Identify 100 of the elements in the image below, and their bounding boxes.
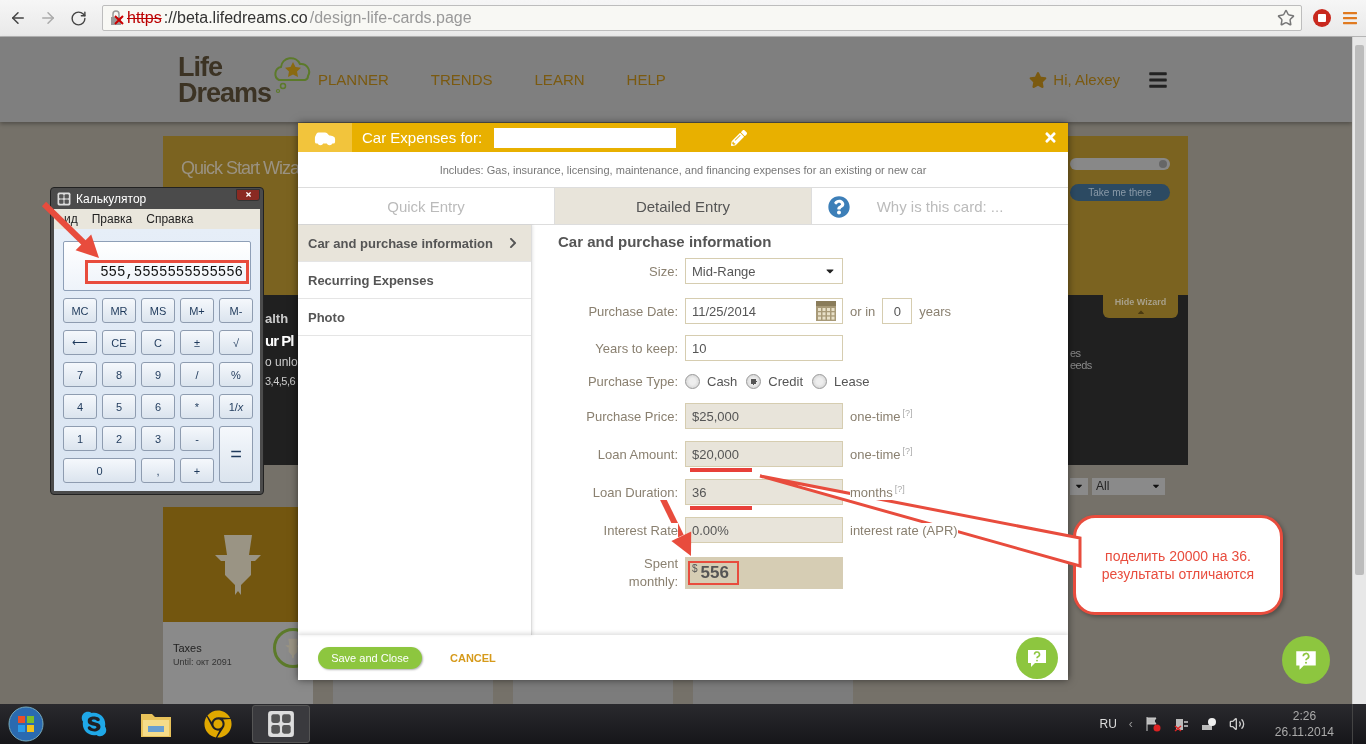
bookmark-star-icon[interactable]: [1277, 9, 1295, 27]
calculator-key[interactable]: CE: [102, 330, 136, 355]
radio-label: Cash: [707, 373, 738, 389]
calculator-key[interactable]: ⟵: [63, 330, 97, 355]
radio-label: Credit: [768, 373, 804, 389]
wizard-title: Quick Start Wiza: [181, 158, 300, 179]
help-button[interactable]: [1282, 636, 1330, 684]
calculator-icon: [57, 191, 71, 206]
dialog-description: Includes: Gas, insurance, licensing, maintenance, and financing expenses for an existing or new car: [438, 162, 928, 178]
volume-icon[interactable]: [1228, 716, 1245, 732]
calculator-key[interactable]: 5: [102, 394, 136, 419]
star-icon: [1029, 70, 1048, 89]
calculator-icon: [267, 710, 295, 738]
scrollbar[interactable]: [1352, 37, 1366, 704]
calculator-key[interactable]: M-: [219, 298, 253, 323]
calculator-key[interactable]: ,: [141, 458, 175, 483]
calculator-key[interactable]: 1/x: [219, 394, 253, 419]
calculator-key[interactable]: /: [180, 362, 214, 387]
section-item[interactable]: Photo: [298, 299, 531, 336]
close-icon: [244, 191, 252, 198]
currency-sign: $: [692, 563, 698, 574]
card-title: Taxes: [173, 642, 203, 654]
monthly-amount: 556: [700, 563, 729, 583]
calculator-key[interactable]: 7: [63, 362, 97, 387]
radio-button[interactable]: [746, 373, 762, 389]
calculator-key[interactable]: MC: [63, 298, 97, 323]
logo-text: Dreams: [178, 79, 272, 106]
clock[interactable]: 2:26 26.11.2014: [1256, 708, 1352, 740]
dialog-title: Car Expenses for:: [362, 129, 483, 146]
callout-text: поделить 20000 на 36.: [1105, 547, 1251, 565]
unit-text: months$^{[?]}$: [850, 483, 905, 501]
chevron-icon: [507, 237, 519, 249]
taskbar-app[interactable]: [252, 705, 310, 743]
menu-icon[interactable]: [1148, 69, 1168, 90]
calculator-key[interactable]: -: [180, 426, 214, 451]
form-title: Car and purchase information: [557, 233, 773, 250]
stop-sign-icon[interactable]: [1312, 8, 1332, 28]
entry-tab[interactable]: Detailed Entry: [554, 188, 811, 224]
life-card[interactable]: Taxes Until: окт 2091: [163, 507, 313, 704]
calculator-key[interactable]: 6: [141, 394, 175, 419]
skype-icon: [80, 710, 108, 738]
field-label: Interest Rate: [603, 522, 678, 538]
size-select[interactable]: Mid-Range: [685, 258, 843, 284]
url-scheme: https: [127, 9, 162, 27]
calculator-key[interactable]: MR: [102, 298, 136, 323]
calculator-key[interactable]: 3: [141, 426, 175, 451]
start-button[interactable]: [8, 706, 44, 742]
calculator-key[interactable]: ±: [180, 330, 214, 355]
filter-select[interactable]: All: [1092, 477, 1165, 495]
reload-button[interactable]: [68, 8, 88, 28]
readonly-field: 0.00%: [685, 517, 843, 543]
calculator-key[interactable]: √: [219, 330, 253, 355]
radio-button[interactable]: [812, 373, 828, 389]
text-field[interactable]: 10: [685, 335, 843, 361]
flag-icon[interactable]: [1144, 716, 1161, 732]
logo-text: Life: [178, 53, 223, 80]
menu-item[interactable]: ид: [64, 212, 78, 226]
calculator-key[interactable]: 1: [63, 426, 97, 451]
dashboard-text: eeds: [1070, 359, 1093, 371]
filter-select[interactable]: [1070, 477, 1088, 495]
section-item[interactable]: Car and purchase information: [298, 225, 531, 262]
broken-lock-icon: [109, 10, 125, 26]
calculator-key[interactable]: C: [141, 330, 175, 355]
unit-text: interest rate (APR): [850, 522, 958, 538]
dashboard-text: es: [1070, 347, 1082, 359]
calendar-icon[interactable]: [816, 301, 836, 321]
calculator-key[interactable]: 2: [102, 426, 136, 451]
url-host: ://beta.lifedreams.co: [163, 9, 308, 27]
radio-label: Lease: [834, 373, 870, 389]
language-indicator[interactable]: RU: [1099, 717, 1117, 731]
calculator-key[interactable]: 9: [141, 362, 175, 387]
menu-item[interactable]: Справка: [146, 212, 194, 226]
calculator-key[interactable]: +: [180, 458, 214, 483]
menu-item[interactable]: Правка: [91, 212, 133, 226]
calculator-key[interactable]: 4: [63, 394, 97, 419]
network-icon[interactable]: [1200, 716, 1217, 732]
card-date: Until: окт 2091: [173, 657, 232, 667]
calculator-key[interactable]: 8: [102, 362, 136, 387]
calculator-key[interactable]: MS: [141, 298, 175, 323]
calculator-key[interactable]: %: [219, 362, 253, 387]
years-field[interactable]: 0: [882, 298, 913, 324]
section-item[interactable]: Recurring Expenses: [298, 262, 531, 299]
help-icon[interactable]: [828, 196, 850, 218]
address-bar[interactable]: https://beta.lifedreams.co/design-life-cards.page: [102, 5, 1302, 31]
radio-button[interactable]: [685, 373, 700, 389]
name-field[interactable]: [494, 127, 677, 148]
menu-icon[interactable]: [1342, 10, 1358, 26]
calculator-key[interactable]: M+: [180, 298, 214, 323]
tray-expand[interactable]: ‹: [1128, 717, 1133, 731]
url-path: /design-life-cards.page: [309, 9, 473, 27]
calculator-key[interactable]: *: [180, 394, 214, 419]
dashboard-text: ur Pl: [265, 332, 295, 349]
close-button[interactable]: [236, 188, 260, 201]
calculator-key[interactable]: 0: [63, 458, 136, 483]
power-icon[interactable]: [1172, 716, 1189, 732]
dashboard-text: 3,4,5,6: [265, 375, 297, 387]
chrome-icon: [204, 710, 232, 738]
calculator-key[interactable]: =: [219, 426, 253, 483]
readonly-field: $25,000: [685, 403, 843, 429]
date-field[interactable]: 11/25/2014: [685, 298, 843, 324]
